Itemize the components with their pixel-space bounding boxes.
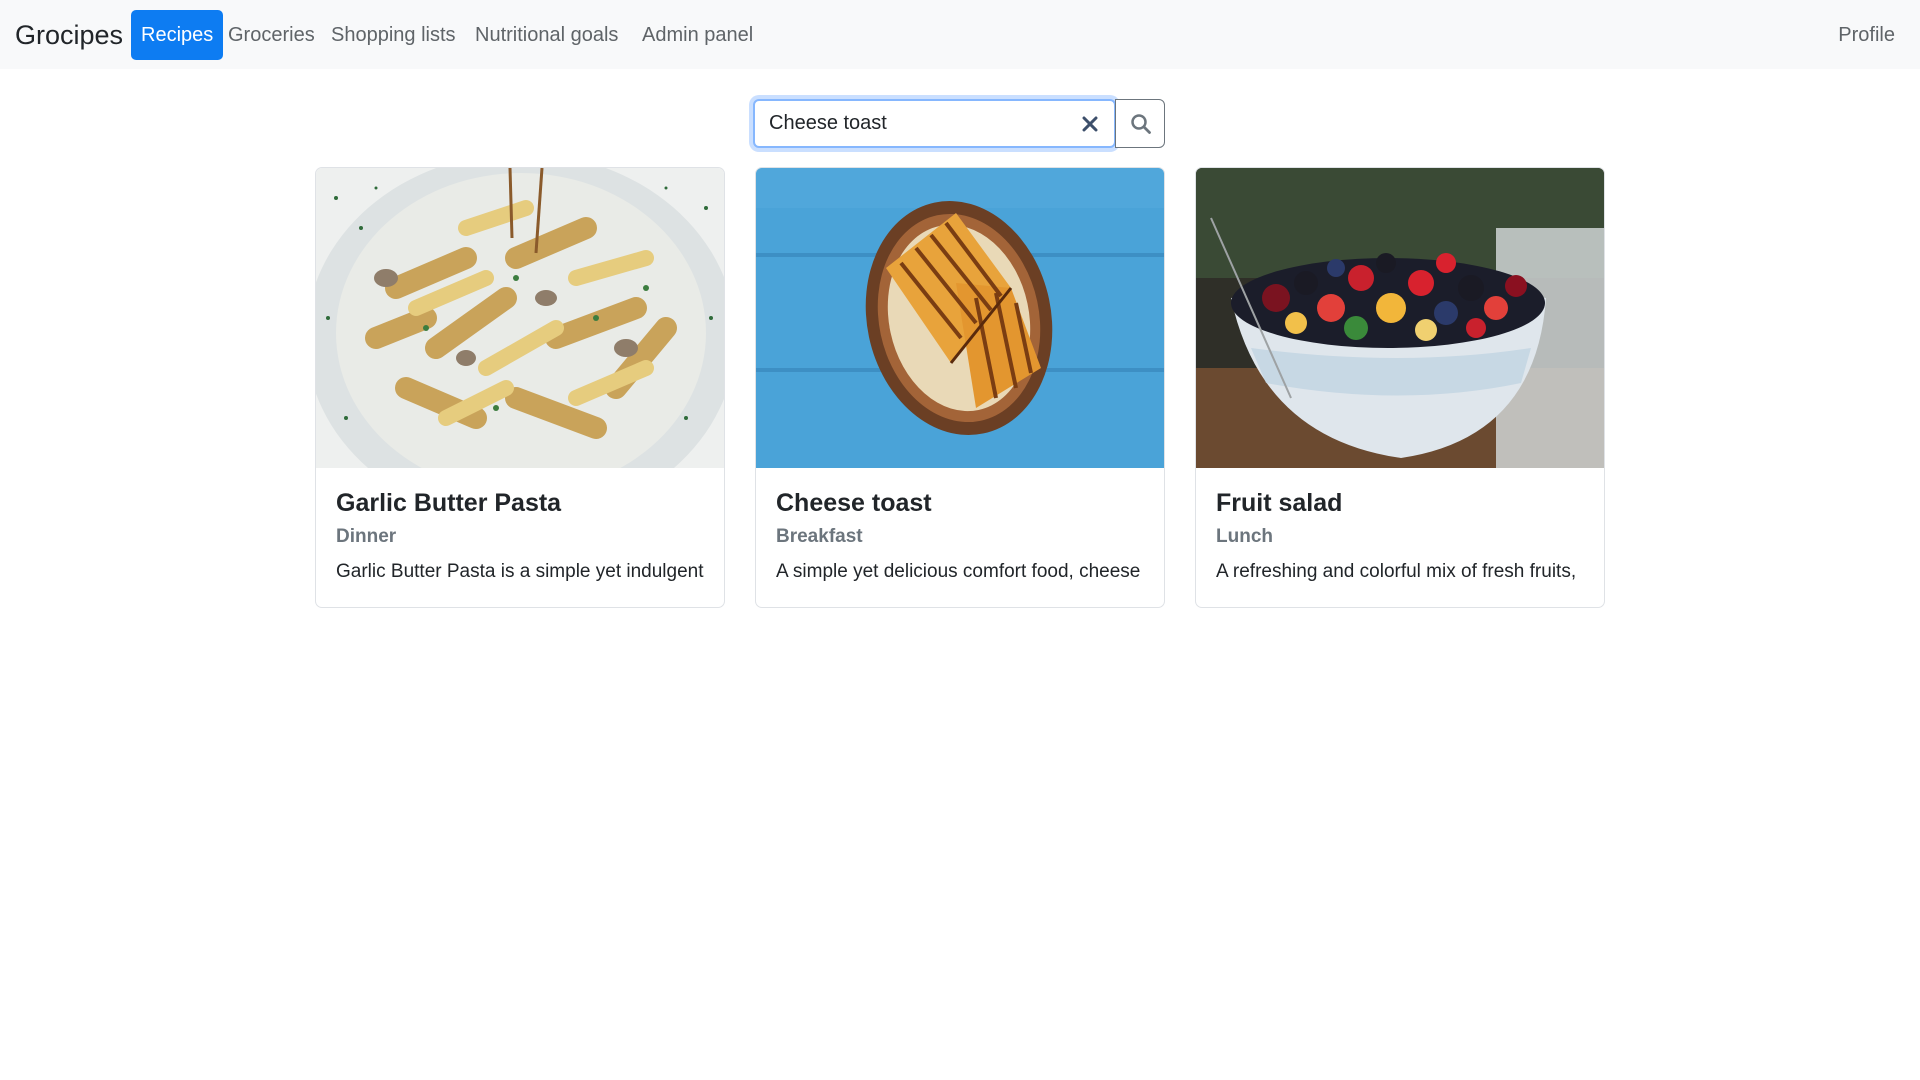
pasta-dish-image — [316, 168, 724, 468]
search-button[interactable] — [1115, 99, 1165, 148]
nav-item-profile[interactable]: Profile — [1828, 10, 1905, 60]
search-input[interactable] — [769, 101, 1069, 146]
search-icon — [1131, 114, 1151, 134]
recipe-category: Breakfast — [776, 526, 863, 547]
recipe-description: A simple yet delicious comfort food, che… — [776, 561, 1141, 582]
recipe-description: A refreshing and colorful mix of fresh f… — [1216, 561, 1577, 582]
brand-logo[interactable]: Grocipes — [15, 17, 123, 53]
search-input-wrapper — [753, 99, 1116, 148]
top-navbar: Grocipes Recipes Groceries Shopping list… — [0, 0, 1920, 69]
recipe-card-cheese-toast[interactable]: Cheese toast Breakfast A simple yet deli… — [755, 167, 1165, 608]
recipe-title: Fruit salad — [1216, 489, 1343, 517]
nav-item-admin-panel[interactable]: Admin panel — [632, 10, 763, 60]
nav-item-nutritional-goals[interactable]: Nutritional goals — [465, 10, 628, 60]
recipe-title: Cheese toast — [776, 489, 932, 517]
recipe-category: Dinner — [336, 526, 397, 547]
nav-item-recipes[interactable]: Recipes — [131, 10, 224, 60]
recipe-category: Lunch — [1216, 526, 1273, 547]
fruit-bowl-image — [1196, 168, 1604, 468]
recipe-card-fruit-salad[interactable]: Fruit salad Lunch A refreshing and color… — [1195, 167, 1605, 608]
nav-item-shopping-lists[interactable]: Shopping lists — [321, 10, 466, 60]
recipe-description: Garlic Butter Pasta is a simple yet indu… — [336, 561, 704, 582]
grilled-toast-image — [756, 168, 1164, 468]
recipe-card-garlic-butter-pasta[interactable]: Garlic Butter Pasta Dinner Garlic Butter… — [315, 167, 725, 608]
recipe-title: Garlic Butter Pasta — [336, 489, 562, 517]
nav-item-groceries[interactable]: Groceries — [218, 10, 325, 60]
close-icon[interactable] — [1080, 113, 1100, 135]
